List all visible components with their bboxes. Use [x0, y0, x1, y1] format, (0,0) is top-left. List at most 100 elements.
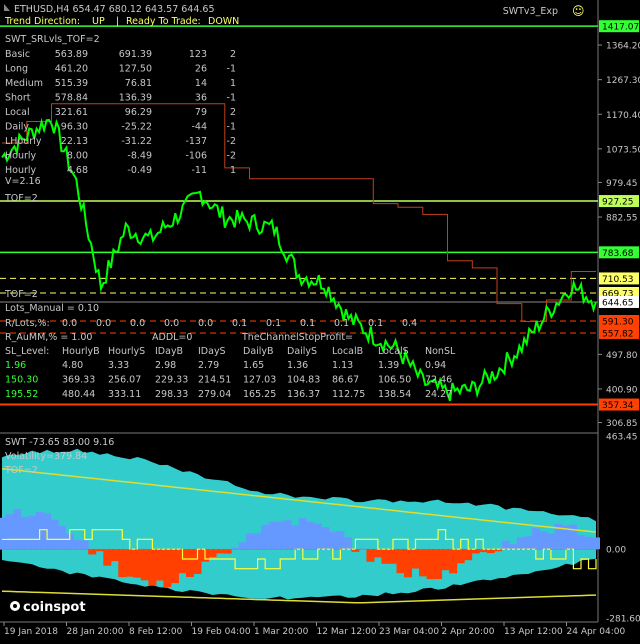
chart-window[interactable]: ETHUSD,H4 654.47 680.12 643.57 644.65 SW… — [0, 0, 640, 640]
tof-mid: TOF=2 — [4, 289, 38, 300]
row-value-c: 14 — [195, 78, 207, 89]
v-value: V=2.16 — [5, 176, 41, 187]
swt-histogram-bar — [13, 508, 22, 550]
swt-histogram-bar — [576, 535, 585, 550]
row-value-a: 22.13 — [61, 136, 88, 147]
swt-histogram-bar — [163, 549, 172, 587]
trend-value: UP — [92, 16, 105, 27]
price-tick-label: 1364.20 — [606, 42, 640, 52]
sl-header-cell: LocalB — [332, 346, 363, 357]
sl-cell: 480.44 — [62, 389, 95, 400]
tof-top: TOF=2 — [4, 193, 38, 204]
sl-cell: 127.03 — [243, 375, 276, 386]
row-value-a: 563.89 — [55, 49, 88, 60]
time-tick-label: 8 Feb 12:00 — [129, 627, 183, 637]
sl-cell: 229.33 — [155, 375, 188, 386]
row-value-c: 36 — [195, 93, 207, 104]
r-lots-value: 0.1 — [266, 318, 281, 329]
swt-histogram-bar — [584, 536, 593, 550]
price-tick-label: 882.55 — [606, 214, 638, 224]
sl-header-cell: IDayS — [198, 346, 226, 357]
sl-cell: 1.13 — [332, 360, 353, 371]
row-value-b: 127.50 — [119, 64, 152, 75]
expert-smiley-icon[interactable]: ☺ — [572, 4, 585, 18]
symbol-title: ETHUSD,H4 654.47 680.12 643.57 644.65 — [14, 4, 215, 15]
swt-histogram-bar — [471, 549, 480, 554]
sl-cell: 86.67 — [332, 375, 359, 386]
swt-histogram-bar — [411, 549, 420, 569]
swt-histogram-bar — [28, 515, 37, 550]
swt-histogram-bar — [321, 527, 330, 550]
r-lots-value: 0.0 — [130, 318, 145, 329]
row-value-d: -1 — [227, 64, 236, 75]
sl-cell: 214.51 — [198, 375, 231, 386]
swt-histogram-bar — [223, 549, 232, 554]
trend-separator: | — [116, 16, 119, 27]
sl-cell: 0.94 — [425, 360, 446, 371]
row-value-d: 1 — [230, 78, 236, 89]
row-value-c: 26 — [195, 64, 207, 75]
row-value-b: -25.22 — [121, 122, 152, 133]
row-value-d: -2 — [227, 136, 236, 147]
row-value-b: -8.49 — [127, 151, 152, 162]
sl-cell: 106.50 — [378, 375, 411, 386]
price-tick-label: 497.80 — [606, 351, 638, 361]
row-value-d: -2 — [227, 151, 236, 162]
swt-histogram-bar — [276, 521, 285, 550]
swt-histogram-bar — [531, 528, 540, 550]
swt-histogram-bar — [373, 549, 382, 558]
swt-histogram-bar — [501, 540, 510, 550]
indicator-tof: TOF=2 — [4, 465, 38, 476]
time-tick-label: 19 Jan 2018 — [4, 627, 58, 637]
time-tick-label: 23 Mar 04:00 — [379, 627, 439, 637]
r-lots-value: 0.0 — [96, 318, 111, 329]
row-value-a: 578.84 — [55, 93, 88, 104]
swt-histogram-bar — [449, 549, 458, 574]
sl-cell: 279.04 — [198, 389, 231, 400]
swt-histogram-bar — [88, 549, 97, 555]
srlvls-title: SWT_SRLvls_TOF=2 — [5, 34, 100, 45]
time-tick-label: 13 Apr 12:00 — [504, 627, 563, 637]
sl-header-cell: HourlyS — [108, 346, 145, 357]
time-tick-label: 19 Feb 04:00 — [192, 627, 251, 637]
row-value-b: -0.49 — [127, 165, 152, 176]
swt-histogram-bar — [148, 549, 157, 586]
sl-cell: 104.83 — [287, 375, 320, 386]
indicator-tick-label: 463.45 — [606, 433, 638, 443]
price-tick-label: 1073.50 — [606, 145, 640, 155]
sl-header-cell: IDayB — [155, 346, 183, 357]
expert-label: SWTv3_Exp — [503, 6, 558, 17]
srlvls-row: LHourly 22.13 -31.22 -137 -2 — [5, 136, 236, 147]
time-tick-label: 28 Jan 20:00 — [67, 627, 124, 637]
sl-cell: 112.75 — [332, 389, 365, 400]
level-price-label: 927.25 — [602, 198, 634, 208]
time-tick-label: 12 Mar 12:00 — [317, 627, 377, 637]
swt-histogram-bar — [20, 516, 29, 550]
trend-label: Trend Direction: — [4, 16, 80, 27]
swt-histogram-bar — [125, 549, 134, 577]
row-name: Medium — [5, 78, 43, 89]
row-name: LHourly — [5, 136, 42, 147]
level-price-label: 357.34 — [602, 401, 634, 411]
chart-canvas[interactable]: ETHUSD,H4 654.47 680.12 643.57 644.65 SW… — [0, 0, 640, 640]
row-value-b: 691.39 — [119, 49, 152, 60]
swt-histogram-bar — [50, 519, 59, 550]
swt-title: SWT -73.65 83.00 9.16 — [5, 437, 114, 448]
level-price-label: 1417.07 — [602, 23, 639, 33]
row-value-d: 1 — [230, 165, 236, 176]
swt-histogram-bar — [509, 544, 518, 550]
r-lots-label: R/Lots,%: — [5, 318, 50, 329]
indicator-tick-label: 0.00 — [606, 546, 626, 556]
sl-cell: 369.33 — [62, 375, 95, 386]
channel-stop-profit: TheChannelStopProfit= — [241, 332, 353, 343]
row-name: Short — [5, 93, 31, 104]
swt-histogram-bar — [464, 549, 473, 561]
swt-histogram-bar — [441, 549, 450, 571]
row-value-b: 136.39 — [119, 93, 152, 104]
sl-header-cell: DailyB — [243, 346, 274, 357]
swt-histogram-bar — [366, 549, 375, 562]
price-tick-label: 1267.30 — [606, 76, 640, 86]
r-lots-value: 0.0 — [164, 318, 179, 329]
swt-histogram-bar — [110, 549, 119, 562]
swt-histogram-bar — [291, 525, 300, 550]
